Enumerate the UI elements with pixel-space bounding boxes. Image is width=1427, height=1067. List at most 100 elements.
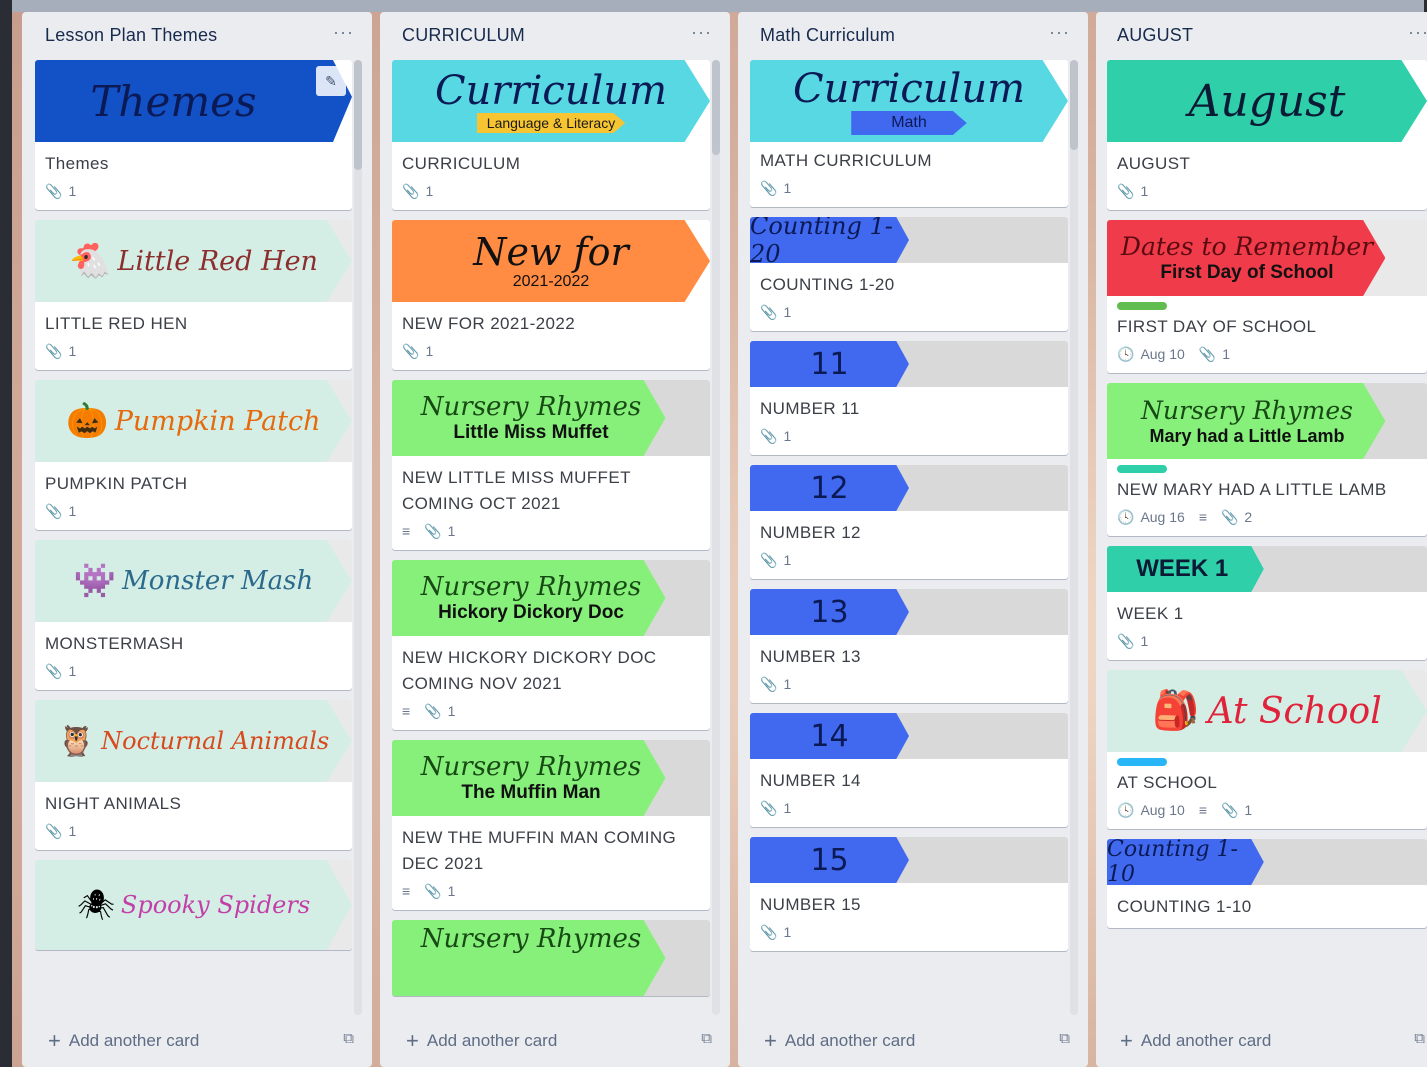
list-menu-button[interactable]: ···	[1049, 22, 1070, 43]
paperclip-icon: 📎	[760, 799, 778, 816]
cover-banner: 🦉 Nocturnal Animals	[35, 700, 352, 782]
card-cover: 🕷 Spooky Spiders	[35, 860, 352, 950]
due-date-badge[interactable]: 🕓 Aug 10	[1117, 346, 1185, 363]
cover-banner: Counting 1-20	[750, 217, 909, 263]
card[interactable]: Nursery Rhymes Little Miss Muffet NEW LI…	[392, 380, 710, 550]
card[interactable]: 🎃 Pumpkin Patch PUMPKIN PATCH 📎 1	[35, 380, 352, 530]
cover-banner-subtitle: The Muffin Man	[461, 782, 601, 803]
card-cover: WEEK 1	[1107, 546, 1427, 592]
attachment-badge: 📎 1	[45, 662, 77, 680]
create-from-template-icon[interactable]: ⧉	[1059, 1030, 1070, 1047]
cover-banner-text: Nursery Rhymes	[420, 392, 642, 422]
card[interactable]: 13 NUMBER 13 📎 1	[750, 589, 1068, 703]
cover-banner-text: WEEK 1	[1136, 555, 1229, 582]
cover-banner: Nursery Rhymes Mary had a Little Lamb	[1107, 383, 1387, 459]
add-card-button[interactable]: + Add another card	[48, 1030, 199, 1052]
card[interactable]: 11 NUMBER 11 📎 1	[750, 341, 1068, 455]
card[interactable]: WEEK 1 WEEK 1 📎 1	[1107, 546, 1427, 660]
card[interactable]: August AUGUST 📎 1	[1107, 60, 1427, 210]
card[interactable]: 🦉 Nocturnal Animals NIGHT ANIMALS 📎 1	[35, 700, 352, 850]
card[interactable]: Nursery Rhymes Hickory Dickory Doc NEW H…	[392, 560, 710, 730]
card[interactable]: 12 NUMBER 12 📎 1	[750, 465, 1068, 579]
list-scrollbar[interactable]	[354, 60, 362, 1015]
attachment-badge: 📎 1	[1220, 801, 1253, 819]
paperclip-icon: 📎	[402, 182, 420, 199]
list-scrollbar-thumb[interactable]	[712, 60, 720, 155]
cover-banner: 🐔 Little Red Hen	[35, 220, 352, 302]
card-title: AT SCHOOL	[1117, 773, 1218, 792]
card[interactable]: 15 NUMBER 15 📎 1	[750, 837, 1068, 951]
paperclip-icon: 📎	[424, 882, 442, 899]
list-title[interactable]: Lesson Plan Themes	[45, 25, 217, 46]
list-title[interactable]: AUGUST	[1117, 25, 1193, 46]
card-cover: 14	[750, 713, 1068, 759]
list-menu-button[interactable]: ···	[691, 22, 712, 43]
card[interactable]: Curriculum Math MATH CURRICULUM 📎 1	[750, 60, 1068, 207]
list-scrollbar-thumb[interactable]	[1070, 60, 1078, 150]
card-label[interactable]	[1117, 758, 1167, 766]
card[interactable]: Nursery Rhymes Mary had a Little Lamb NE…	[1107, 383, 1427, 536]
card[interactable]: Counting 1-10 COUNTING 1-10	[1107, 839, 1427, 928]
cover-banner-text: Curriculum	[434, 68, 668, 114]
due-date-badge[interactable]: 🕓 Aug 16	[1117, 509, 1185, 526]
cover-banner-text: Little Red Hen	[117, 245, 318, 277]
card-label[interactable]	[1117, 465, 1167, 473]
attachment-badge: 📎 2	[1220, 508, 1253, 526]
list-scrollbar-thumb[interactable]	[354, 60, 362, 170]
list-header: Math Curriculum ···	[738, 12, 1088, 58]
list-menu-button[interactable]: ···	[1408, 22, 1427, 43]
list-scrollbar[interactable]	[712, 60, 720, 1015]
add-card-button[interactable]: + Add another card	[764, 1030, 915, 1052]
paperclip-icon: 📎	[1198, 345, 1217, 362]
card-title: AUGUST	[1117, 154, 1191, 173]
due-date-badge[interactable]: 🕓 Aug 10	[1117, 802, 1185, 819]
cover-banner-text: 11	[810, 346, 849, 382]
card-label[interactable]	[1117, 302, 1167, 310]
card[interactable]: Nursery Rhymes The Muffin Man NEW THE MU…	[392, 740, 710, 910]
card-cover: Curriculum Math	[750, 60, 1068, 142]
add-card-button[interactable]: + Add another card	[1120, 1030, 1271, 1052]
card[interactable]: 🎒 At School AT SCHOOL 🕓 Aug 10 ≡ 📎 1	[1107, 670, 1427, 829]
card[interactable]: 👾 Monster Mash MONSTERMASH 📎 1	[35, 540, 352, 690]
card[interactable]: Curriculum Language & Literacy CURRICULU…	[392, 60, 710, 210]
add-card-button[interactable]: + Add another card	[406, 1030, 557, 1052]
list-header: CURRICULUM ···	[380, 12, 730, 58]
card[interactable]: Themes ✎ Themes 📎 1	[35, 60, 352, 210]
description-icon: ≡	[402, 523, 411, 539]
cover-banner-text: Pumpkin Patch	[114, 405, 321, 437]
paperclip-icon: 📎	[1117, 632, 1135, 649]
cover-banner-subtitle: Math	[851, 111, 967, 135]
card-title: FIRST DAY OF SCHOOL	[1117, 317, 1317, 336]
cover-banner: 👾 Monster Mash	[35, 540, 352, 622]
cover-banner: 13	[750, 589, 909, 635]
cover-banner-text: Nursery Rhymes	[420, 572, 642, 602]
card-title: Themes	[45, 154, 109, 173]
create-from-template-icon[interactable]: ⧉	[701, 1030, 712, 1047]
list-title[interactable]: Math Curriculum	[760, 25, 895, 46]
list-title[interactable]: CURRICULUM	[402, 25, 525, 46]
card[interactable]: 🕷 Spooky Spiders	[35, 860, 352, 950]
spider-icon: 🕷	[76, 888, 115, 922]
description-icon: ≡	[1198, 802, 1207, 818]
create-from-template-icon[interactable]: ⧉	[1414, 1030, 1425, 1047]
card-cover: 🐔 Little Red Hen	[35, 220, 352, 302]
create-from-template-icon[interactable]: ⧉	[343, 1030, 354, 1047]
card[interactable]: 🐔 Little Red Hen LITTLE RED HEN 📎 1	[35, 220, 352, 370]
clock-icon: 🕓	[1117, 345, 1135, 362]
card-cover: Counting 1-20	[750, 217, 1068, 263]
card-cover: 🎒 At School	[1107, 670, 1427, 752]
card[interactable]: Dates to Remember First Day of School FI…	[1107, 220, 1427, 373]
card[interactable]: 14 NUMBER 14 📎 1	[750, 713, 1068, 827]
card-cover: Curriculum Language & Literacy	[392, 60, 710, 142]
card[interactable]: Counting 1-20 COUNTING 1-20 📎 1	[750, 217, 1068, 331]
list-scrollbar[interactable]	[1070, 60, 1078, 1015]
card-cover: Counting 1-10	[1107, 839, 1427, 885]
card-cover: Nursery Rhymes Little Miss Muffet	[392, 380, 710, 456]
cover-banner-subtitle: Mary had a Little Lamb	[1149, 425, 1345, 446]
list-menu-button[interactable]: ···	[333, 22, 354, 43]
edit-pencil-icon[interactable]: ✎	[316, 66, 346, 96]
card[interactable]: New for 2021-2022 NEW FOR 2021-2022 📎 1	[392, 220, 710, 370]
cover-banner-text: Nursery Rhymes	[420, 752, 642, 782]
description-icon: ≡	[402, 883, 411, 899]
card[interactable]: Nursery Rhymes	[392, 920, 710, 996]
